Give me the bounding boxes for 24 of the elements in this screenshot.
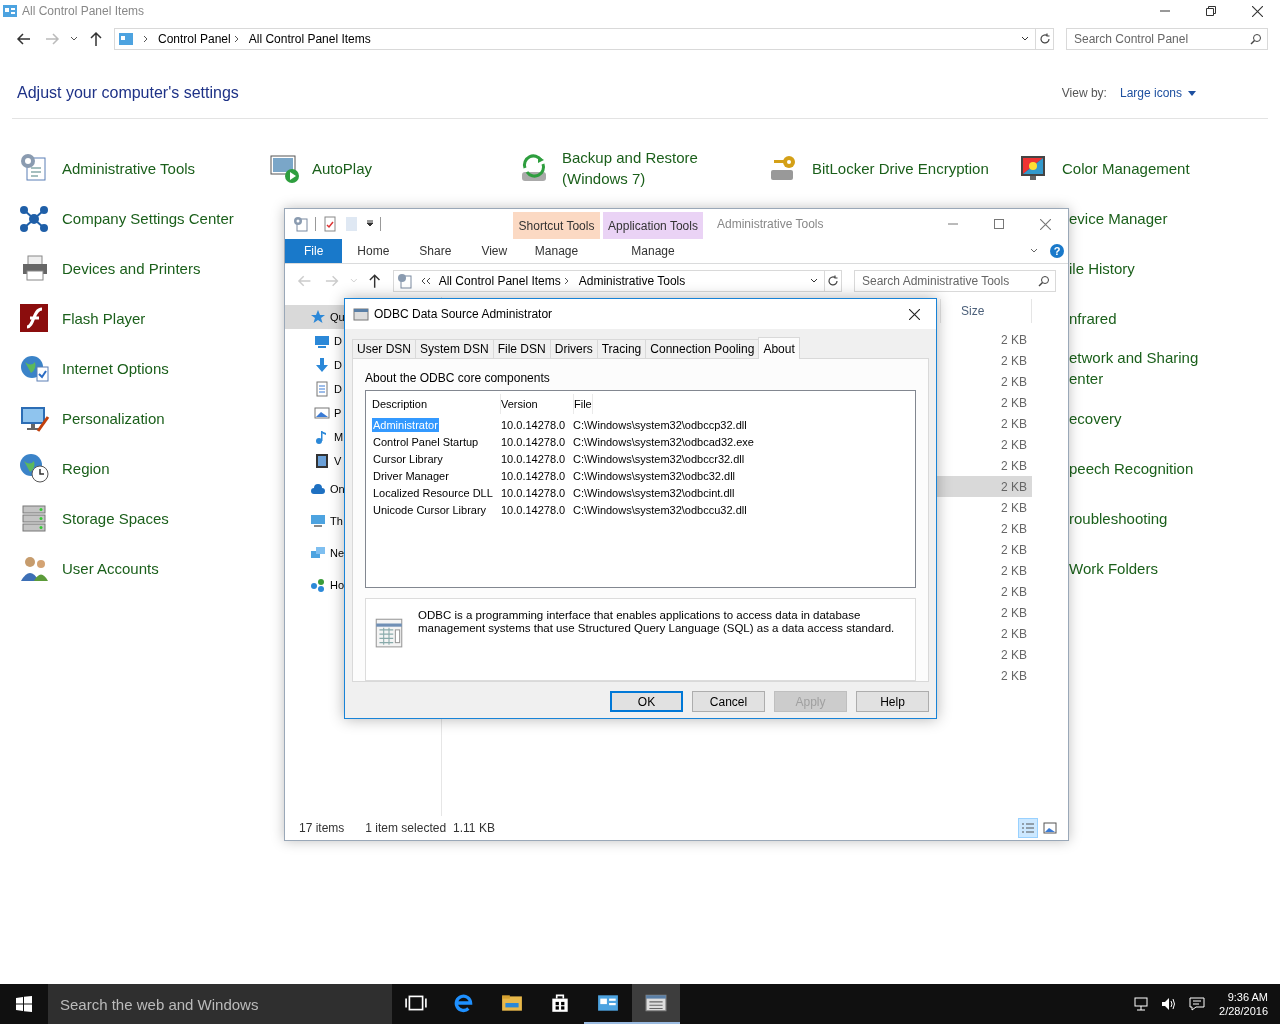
status-text: 17 items	[299, 821, 345, 835]
table-cell: C:\Windows\system32\odbccr32.dll	[572, 452, 746, 467]
status-text: 1 item selected	[365, 821, 447, 835]
table-cell: C:\Windows\system32\odbccp32.dll	[572, 418, 748, 433]
status-text: 1.11 KB	[453, 821, 495, 835]
table-cell: 10.0.14278.0	[500, 503, 567, 518]
table-cell: C:\Windows\system32\odbcad32.exe	[572, 435, 755, 450]
dialog-title: ODBC Data Source Administrator	[374, 307, 553, 321]
view-by-label: View by:	[1061, 86, 1107, 100]
table-cell: 10.0.14278.0	[500, 418, 567, 433]
section-label: About the ODBC core components	[365, 371, 551, 387]
table-cell: 10.0.14278.0	[500, 452, 567, 467]
table-cell: C:\Windows\system32\odbc32.dll	[572, 469, 736, 484]
table-cell: C:\Windows\system32\odbccu32.dll	[572, 503, 748, 518]
table-cell: 10.0.14278.0	[500, 469, 567, 484]
table-cell: C:\Windows\system32\odbcint.dll	[572, 486, 736, 501]
window-title: All Control Panel Items	[22, 4, 145, 18]
info-text: ODBC is a programming interface that enables applications to access data in database management systems that use Structured Query Language (SQL) as a data access standard.	[418, 608, 896, 635]
context-tab-header: Application Tools	[603, 212, 703, 239]
window-title: Administrative Tools	[717, 217, 824, 231]
table-cell: 10.0.14278.0	[500, 435, 567, 450]
page-heading: Adjust your computer's settings	[17, 84, 239, 102]
context-tab-header: Shortcut Tools	[513, 212, 600, 239]
table-cell: 10.0.14278.0	[500, 486, 567, 501]
